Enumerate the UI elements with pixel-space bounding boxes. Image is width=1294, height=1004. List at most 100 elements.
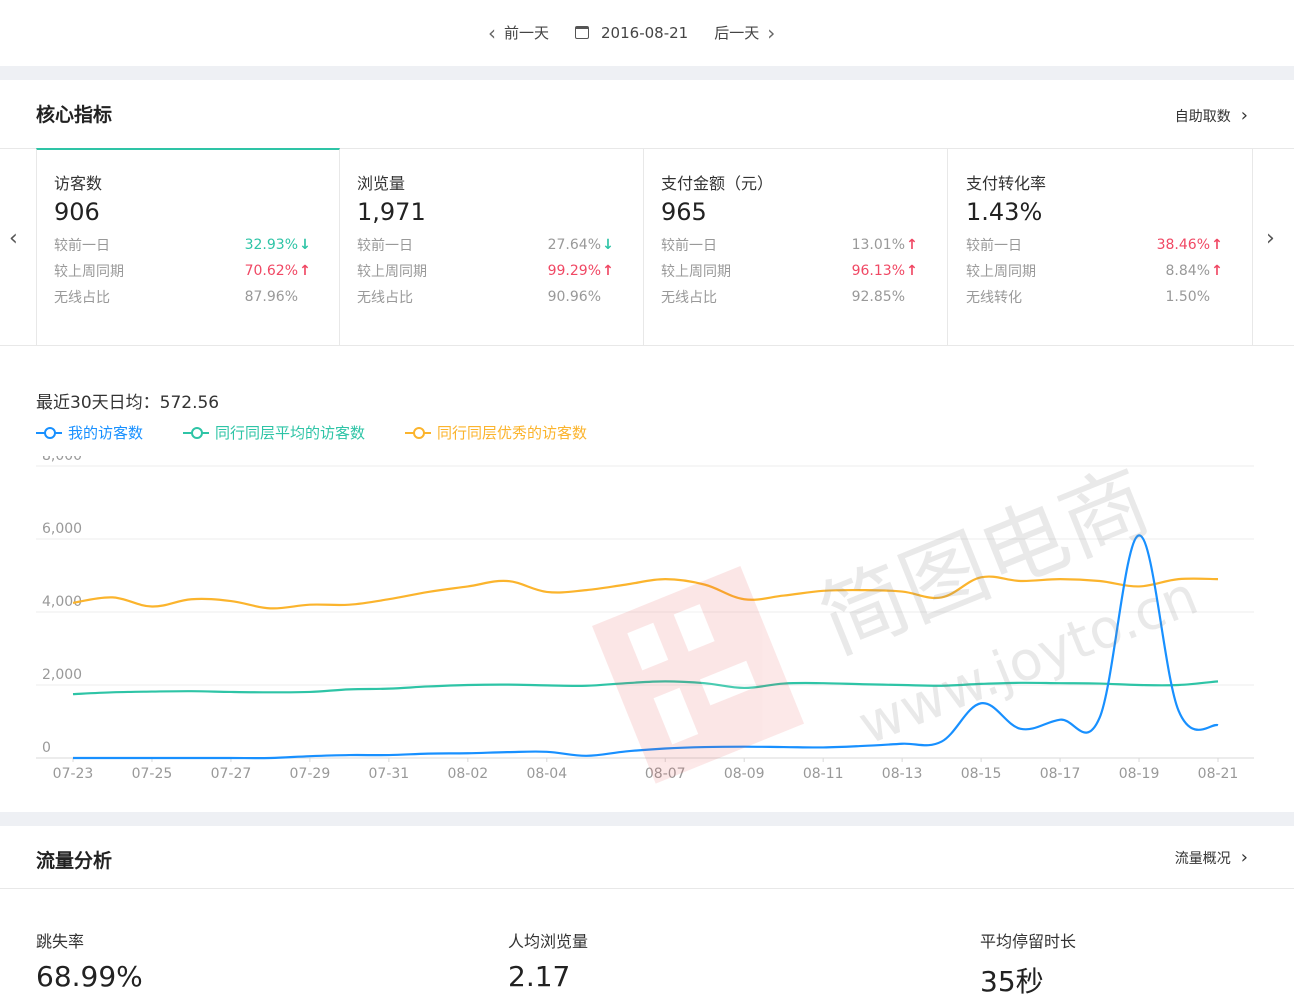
chevron-right-icon: › bbox=[1240, 847, 1248, 868]
legend-swatch-avg bbox=[183, 426, 210, 439]
legend-item-avg[interactable]: 同行同层平均的访客数 bbox=[183, 422, 365, 443]
stat-value: 35秒 bbox=[980, 965, 1044, 998]
x-tick-label: 08-19 bbox=[1119, 766, 1160, 782]
stat-avg-duration: 平均停留时长 35秒 bbox=[980, 928, 1076, 1000]
metric-row-label: 无线占比 bbox=[357, 290, 413, 306]
x-tick-label: 08-11 bbox=[803, 766, 844, 782]
metric-card[interactable]: 浏览量 1,971 较前一日 27.64% ↓ 较上周同期 99.29% ↑ 无… bbox=[340, 148, 644, 345]
metric-row: 较上周同期 96.13% ↑ bbox=[661, 258, 919, 284]
date-navigator: ‹ 前一天 2016-08-21 后一天 › bbox=[488, 22, 775, 43]
metric-row: 无线占比 92.85% bbox=[661, 284, 919, 310]
traffic-analysis-panel: 流量分析 流量概况 › 跳失率 68.99% 人均浏览量 2.17 平均停留时长… bbox=[0, 826, 1294, 1004]
x-tick-label: 08-17 bbox=[1040, 766, 1081, 782]
metric-row-label: 较前一日 bbox=[966, 238, 1022, 254]
x-tick-label: 08-02 bbox=[447, 766, 488, 782]
metric-row: 较上周同期 8.84% ↑ bbox=[966, 258, 1224, 284]
core-metrics-panel: 核心指标 自助取数 › ‹ › 访客数 906 较前一日 32.93% ↓ 较上… bbox=[0, 80, 1294, 812]
date-toolbar: ‹ 前一天 2016-08-21 后一天 › bbox=[0, 0, 1294, 66]
x-tick-label: 07-27 bbox=[211, 766, 252, 782]
stat-avg-pageviews: 人均浏览量 2.17 bbox=[508, 928, 588, 993]
legend-swatch-best bbox=[405, 426, 432, 439]
metric-row-label: 较前一日 bbox=[54, 238, 110, 254]
metric-row: 无线占比 87.96% bbox=[54, 284, 312, 310]
x-tick-label: 07-25 bbox=[132, 766, 173, 782]
metric-row: 较上周同期 99.29% ↑ bbox=[357, 258, 615, 284]
arrow-up-icon: ↑ bbox=[906, 263, 918, 279]
metric-card[interactable]: 访客数 906 较前一日 32.93% ↓ 较上周同期 70.62% ↑ 无线占… bbox=[36, 148, 340, 345]
stat-bounce-rate: 跳失率 68.99% bbox=[36, 928, 143, 993]
stat-label: 平均停留时长 bbox=[980, 932, 1077, 951]
metric-cards: ‹ › 访客数 906 较前一日 32.93% ↓ 较上周同期 70.62% ↑… bbox=[0, 148, 1294, 346]
metric-value: 1.43% bbox=[966, 198, 1043, 226]
self-service-link[interactable]: 自助取数 › bbox=[1175, 106, 1248, 126]
date-picker[interactable]: 2016-08-21 bbox=[575, 24, 688, 42]
metric-card[interactable]: 支付金额（元） 965 较前一日 13.01% ↑ 较上周同期 96.13% ↑… bbox=[644, 148, 948, 345]
x-tick-label: 07-31 bbox=[369, 766, 410, 782]
x-tick-label: 08-15 bbox=[961, 766, 1002, 782]
traffic-header: 流量分析 流量概况 › bbox=[0, 826, 1294, 889]
metric-row: 无线转化 1.50% bbox=[966, 284, 1224, 310]
metric-row-value: 90.96% bbox=[547, 289, 601, 305]
visitors-line-chart: 8,0006,0004,0002,000007-23 07-25 07-27 07-2… bbox=[36, 456, 1254, 782]
metric-value: 1,971 bbox=[357, 198, 426, 226]
arrow-up-icon: ↑ bbox=[1211, 263, 1223, 279]
stat-label: 跳失率 bbox=[36, 932, 85, 951]
metric-row: 较上周同期 70.62% ↑ bbox=[54, 258, 312, 284]
core-metrics-title: 核心指标 bbox=[36, 104, 113, 126]
metric-row-label: 较前一日 bbox=[357, 238, 413, 254]
x-tick-label: 08-21 bbox=[1198, 766, 1239, 782]
y-tick-label: 0 bbox=[42, 740, 51, 756]
legend-item-mine[interactable]: 我的访客数 bbox=[36, 422, 143, 443]
x-tick-label: 08-09 bbox=[724, 766, 765, 782]
self-service-label: 自助取数 bbox=[1174, 109, 1231, 125]
carousel-prev-icon[interactable]: ‹ bbox=[9, 228, 18, 250]
x-tick-label: 08-13 bbox=[882, 766, 923, 782]
metric-row-label: 较上周同期 bbox=[661, 264, 731, 280]
legend-label-best: 同行同层优秀的访客数 bbox=[437, 424, 588, 442]
metric-row-value: 70.62% bbox=[244, 263, 298, 279]
metric-row-label: 较上周同期 bbox=[357, 264, 427, 280]
traffic-overview-link[interactable]: 流量概况 › bbox=[1175, 848, 1248, 868]
metric-row-value: 38.46% bbox=[1156, 237, 1210, 253]
metric-card[interactable]: 支付转化率 1.43% 较前一日 38.46% ↑ 较上周同期 8.84% ↑ … bbox=[949, 148, 1253, 345]
stat-value: 2.17 bbox=[508, 960, 571, 993]
arrow-up-icon: ↑ bbox=[602, 263, 614, 279]
arrow-down-icon: ↓ bbox=[602, 237, 614, 253]
series-line-avg bbox=[72, 680, 1219, 696]
legend-label-mine: 我的访客数 bbox=[68, 424, 144, 442]
chart-legend: 我的访客数 同行同层平均的访客数 同行同层优秀的访客数 bbox=[36, 422, 627, 443]
metric-row-label: 无线占比 bbox=[54, 290, 110, 306]
metric-row: 较前一日 27.64% ↓ bbox=[357, 232, 615, 258]
metric-row-label: 无线转化 bbox=[966, 290, 1022, 306]
metric-row-value: 87.96% bbox=[244, 289, 298, 305]
chevron-right-icon: › bbox=[767, 20, 776, 45]
arrow-up-icon: ↑ bbox=[1211, 237, 1223, 253]
metric-value: 906 bbox=[54, 198, 100, 226]
chevron-right-icon: › bbox=[1240, 105, 1248, 126]
arrow-up-icon: ↑ bbox=[299, 263, 311, 279]
x-tick-label: 08-04 bbox=[526, 766, 567, 782]
current-date: 2016-08-21 bbox=[601, 23, 689, 42]
metric-title: 支付金额（元） bbox=[661, 174, 774, 193]
metric-row-label: 无线占比 bbox=[661, 290, 717, 306]
x-tick-label: 08-07 bbox=[645, 766, 686, 782]
next-day-button[interactable]: 后一天 › bbox=[714, 22, 775, 43]
metric-title: 浏览量 bbox=[357, 174, 406, 193]
legend-label-avg: 同行同层平均的访客数 bbox=[215, 424, 366, 442]
metric-row: 较前一日 32.93% ↓ bbox=[54, 232, 312, 258]
thirty-day-average: 最近30天日均：572.56 bbox=[36, 393, 220, 413]
metric-title: 访客数 bbox=[54, 174, 103, 193]
metric-row: 较前一日 13.01% ↑ bbox=[661, 232, 919, 258]
series-line-best bbox=[72, 575, 1219, 610]
metric-title: 支付转化率 bbox=[966, 174, 1047, 193]
calendar-icon bbox=[575, 26, 590, 39]
traffic-title: 流量分析 bbox=[36, 850, 113, 872]
prev-day-button[interactable]: ‹ 前一天 bbox=[488, 22, 549, 43]
y-tick-label: 2,000 bbox=[42, 667, 82, 683]
traffic-overview-label: 流量概况 bbox=[1174, 851, 1231, 867]
metric-row-value: 8.84% bbox=[1165, 263, 1210, 279]
metric-row: 无线占比 90.96% bbox=[357, 284, 615, 310]
carousel-next-icon[interactable]: › bbox=[1266, 228, 1275, 250]
legend-item-best[interactable]: 同行同层优秀的访客数 bbox=[405, 422, 587, 443]
next-day-label: 后一天 bbox=[714, 24, 760, 42]
